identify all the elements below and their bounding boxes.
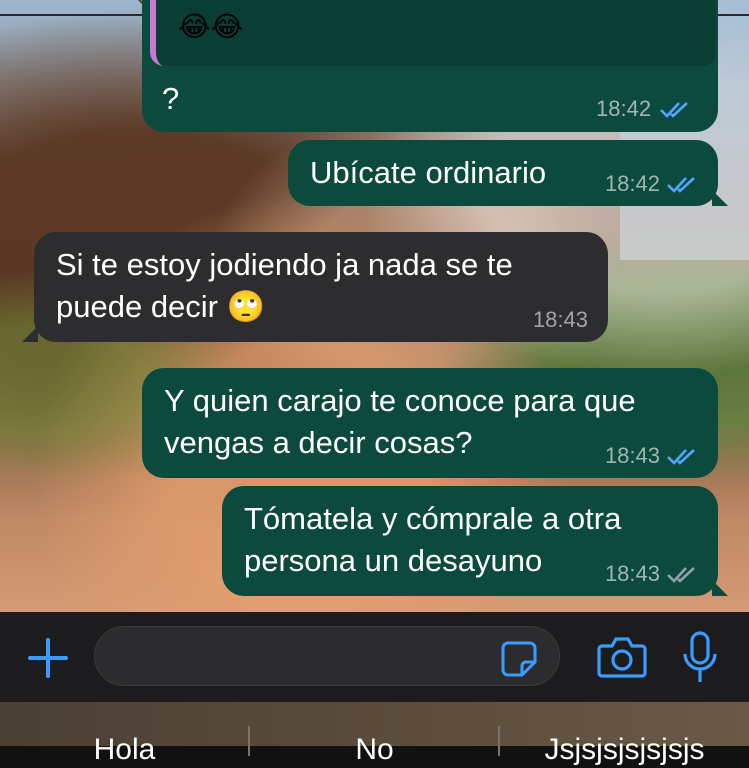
keyboard-suggestions-bar: Hola No Jsjsjsjsjsjsjs xyxy=(0,702,749,766)
plus-icon[interactable] xyxy=(26,636,70,680)
bubble-tail xyxy=(22,326,38,342)
message-bubble-incoming[interactable]: Si te estoy jodiendo ja nada se te puede… xyxy=(34,232,608,342)
double-check-icon xyxy=(667,567,695,583)
message-bubble-outgoing[interactable]: Y quien carajo te conoce para que vengas… xyxy=(142,368,718,478)
message-text-line: Y quien carajo te conoce para que xyxy=(164,383,636,418)
message-time: 18:42 xyxy=(596,96,652,121)
message-time: 18:43 xyxy=(604,443,660,468)
message-bubble-outgoing[interactable]: Tómatela y cómprale a otra persona un de… xyxy=(222,486,718,596)
bubble-tail xyxy=(712,580,728,596)
message-input[interactable] xyxy=(94,626,560,686)
message-bubble-outgoing[interactable]: Ubícate ordinario 18:42 xyxy=(288,140,718,206)
sticker-icon[interactable] xyxy=(500,640,538,678)
message-input-bar xyxy=(0,612,749,702)
message-text-line: puede decir 🙄 xyxy=(56,289,266,324)
camera-icon[interactable] xyxy=(596,634,648,680)
bubble-tail xyxy=(712,190,728,206)
message-text: ? xyxy=(162,81,180,116)
quoted-message[interactable]: 😂😂 xyxy=(150,0,716,66)
message-time: 18:43 xyxy=(604,561,660,586)
double-check-icon xyxy=(667,449,695,465)
message-text: Ubícate ordinario xyxy=(310,155,547,190)
message-time: 18:42 xyxy=(604,171,660,196)
keyboard-suggestion[interactable]: Jsjsjsjsjsjsjs xyxy=(500,732,749,768)
quoted-message-emojis: 😂😂 xyxy=(178,11,244,42)
message-text-line: Tómatela y cómprale a otra xyxy=(244,501,622,536)
keyboard-suggestion[interactable]: No xyxy=(250,732,499,768)
double-check-icon xyxy=(660,102,688,118)
message-meta: 18:42 xyxy=(596,96,691,122)
double-check-icon xyxy=(667,177,695,193)
message-meta: 18:42 xyxy=(605,172,698,196)
message-meta: 18:43 xyxy=(533,308,588,332)
message-time: 18:43 xyxy=(532,307,588,332)
message-text-line: Si te estoy jodiendo ja nada se te xyxy=(56,247,513,282)
message-meta: 18:43 xyxy=(605,444,698,468)
microphone-icon[interactable] xyxy=(680,630,720,686)
keyboard-suggestion[interactable]: Hola xyxy=(0,732,249,768)
message-meta: 18:43 xyxy=(605,562,698,586)
